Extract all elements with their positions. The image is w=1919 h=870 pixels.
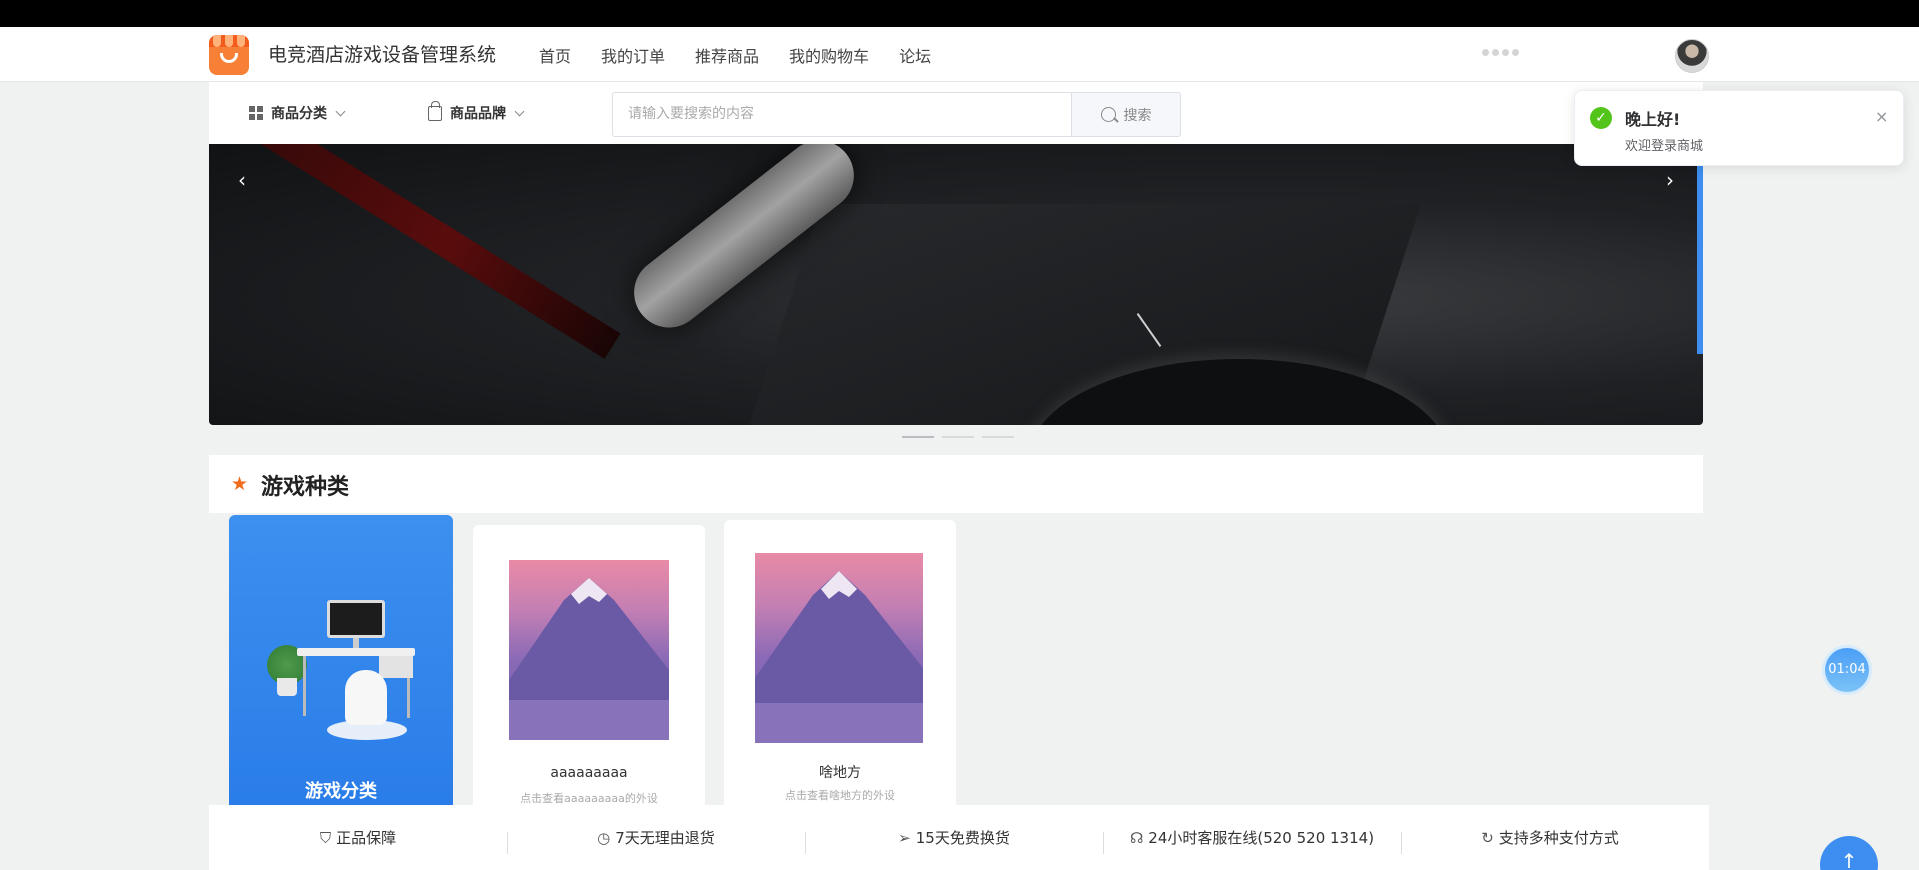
product-image <box>755 553 923 743</box>
product-card[interactable]: aaaaaaaaa 点击查看aaaaaaaaa的外设 <box>473 525 705 805</box>
footer-item: ◷ 7天无理由退货 <box>507 805 805 870</box>
notification-message: 欢迎登录商城 <box>1625 139 1704 154</box>
service-guarantee-bar: ⛉ 正品保障 ◷ 7天无理由退货 ➢ 15天免费换货 ☊ 24小时客服在线(52… <box>209 805 1709 870</box>
footer-item-label: 支持多种支付方式 <box>1498 829 1619 847</box>
search-button[interactable]: 搜索 <box>1071 92 1181 137</box>
carousel-prev-arrow-icon[interactable]: ‹ <box>232 168 252 192</box>
search-icon <box>1100 107 1116 122</box>
nav-my-orders[interactable]: 我的订单 <box>601 43 665 67</box>
carousel-indicator[interactable] <box>902 436 934 438</box>
clock-icon: ◷ <box>597 828 611 847</box>
notification-title: 晚上好! <box>1625 110 1681 129</box>
back-to-top-button[interactable]: ↑ <box>1820 836 1878 870</box>
refresh-icon: ↻ <box>1481 828 1494 847</box>
shopping-bag-icon <box>428 100 442 121</box>
section-title: 游戏种类 <box>261 475 350 500</box>
carousel-next-arrow-icon[interactable]: › <box>1660 168 1680 192</box>
search-input[interactable]: 请输入要搜索的内容 <box>612 92 1072 137</box>
footer-item: ➢ 15天免费换货 <box>805 805 1103 870</box>
footer-item-label: 15天免费换货 <box>915 829 1010 847</box>
welcome-notification: ✓ 晚上好! 欢迎登录商城 × <box>1574 90 1904 166</box>
product-description: 点击查看啥地方的外设 <box>785 789 895 802</box>
screen-top-bar <box>0 0 1919 27</box>
search-button-label: 搜索 <box>1123 107 1152 124</box>
nav-home[interactable]: 首页 <box>539 43 571 67</box>
chevron-down-icon <box>514 106 525 116</box>
main-nav: 首页 我的订单 推荐商品 我的购物车 论坛 <box>539 43 931 67</box>
arrow-up-icon: ↑ <box>1840 849 1858 870</box>
brand-dropdown[interactable]: 商品品牌 <box>428 100 525 123</box>
nav-forum[interactable]: 论坛 <box>899 43 931 67</box>
star-icon: ★ <box>231 473 249 495</box>
brand-dropdown-label: 商品品牌 <box>450 106 506 122</box>
game-category-card[interactable]: 游戏分类 <box>229 515 453 805</box>
category-dropdown-label: 商品分类 <box>271 106 327 122</box>
grid-icon <box>249 106 263 120</box>
headset-icon: ☊ <box>1129 828 1144 847</box>
search-toolbar: 商品分类 商品品牌 请输入要搜索的内容 搜索 <box>209 82 1703 144</box>
product-description: 点击查看aaaaaaaaa的外设 <box>520 792 658 805</box>
medal-icon: ⛉ <box>319 828 332 847</box>
site-title[interactable]: 电竞酒店游戏设备管理系统 <box>268 40 496 67</box>
footer-item-label: 正品保障 <box>336 829 397 847</box>
nav-recommended[interactable]: 推荐商品 <box>695 43 759 67</box>
footer-item: ↻ 支持多种支付方式 <box>1401 805 1699 870</box>
success-check-icon: ✓ <box>1590 107 1612 129</box>
footer-item: ⛉ 正品保障 <box>209 805 507 870</box>
product-card[interactable]: 啥地方 点击查看啥地方的外设 <box>724 520 956 805</box>
carousel-indicator[interactable] <box>982 436 1014 438</box>
game-category-section: ★ 游戏种类 游戏分类 aaaaaaaaa 点击查看aaaaaaaaa的外设 啥… <box>209 455 1703 805</box>
carousel-indicator[interactable] <box>942 436 974 438</box>
product-image <box>509 560 669 740</box>
product-name: 啥地方 <box>819 765 861 781</box>
loading-dots-icon <box>1482 49 1519 56</box>
section-header: ★ 游戏种类 <box>209 455 1703 513</box>
footer-item-label: 24小时客服在线(520 520 1314) <box>1148 829 1375 847</box>
user-avatar[interactable] <box>1675 39 1709 73</box>
footer-item-label: 7天无理由退货 <box>615 829 715 847</box>
scroll-indicator <box>1697 154 1703 354</box>
send-icon: ➢ <box>898 828 911 847</box>
chevron-down-icon <box>335 106 346 116</box>
product-name: aaaaaaaaa <box>550 765 628 781</box>
floating-timer[interactable]: 01:04 <box>1825 648 1869 692</box>
nav-my-cart[interactable]: 我的购物车 <box>789 43 869 67</box>
desk-illustration <box>267 590 417 740</box>
close-icon[interactable]: × <box>1875 107 1888 126</box>
top-navbar: 电竞酒店游戏设备管理系统 首页 我的订单 推荐商品 我的购物车 论坛 <box>0 27 1919 82</box>
shop-logo-icon[interactable] <box>209 35 249 75</box>
footer-item: ☊ 24小时客服在线(520 520 1314) <box>1103 805 1401 870</box>
category-dropdown[interactable]: 商品分类 <box>249 103 346 123</box>
carousel-indicators <box>902 436 1014 438</box>
category-card-label: 游戏分类 <box>305 781 377 802</box>
banner-carousel[interactable]: ‹ › <box>209 144 1703 425</box>
